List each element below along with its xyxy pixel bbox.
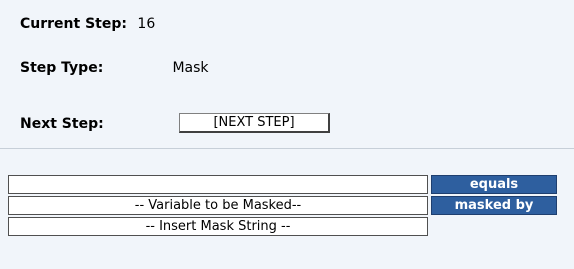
equals-operator: equals: [431, 175, 557, 194]
current-step-label: Current Step:: [20, 16, 127, 32]
next-step-button[interactable]: [NEXT STEP]: [179, 113, 330, 133]
step-type-label: Step Type:: [20, 60, 104, 76]
step-type-value: Mask: [172, 60, 209, 76]
next-step-row: Next Step:: [20, 114, 104, 134]
mask-string-field[interactable]: -- Insert Mask String --: [8, 217, 428, 236]
current-step-row: Current Step: 16: [20, 14, 155, 34]
current-step-value: 16: [137, 16, 156, 32]
variable-to-mask-field[interactable]: -- Variable to be Masked--: [8, 196, 428, 215]
masked-by-operator: masked by: [431, 196, 557, 215]
left-operand-field[interactable]: [8, 175, 428, 194]
next-step-label: Next Step:: [20, 116, 104, 132]
step-type-row: Step Type: Mask: [20, 58, 209, 78]
